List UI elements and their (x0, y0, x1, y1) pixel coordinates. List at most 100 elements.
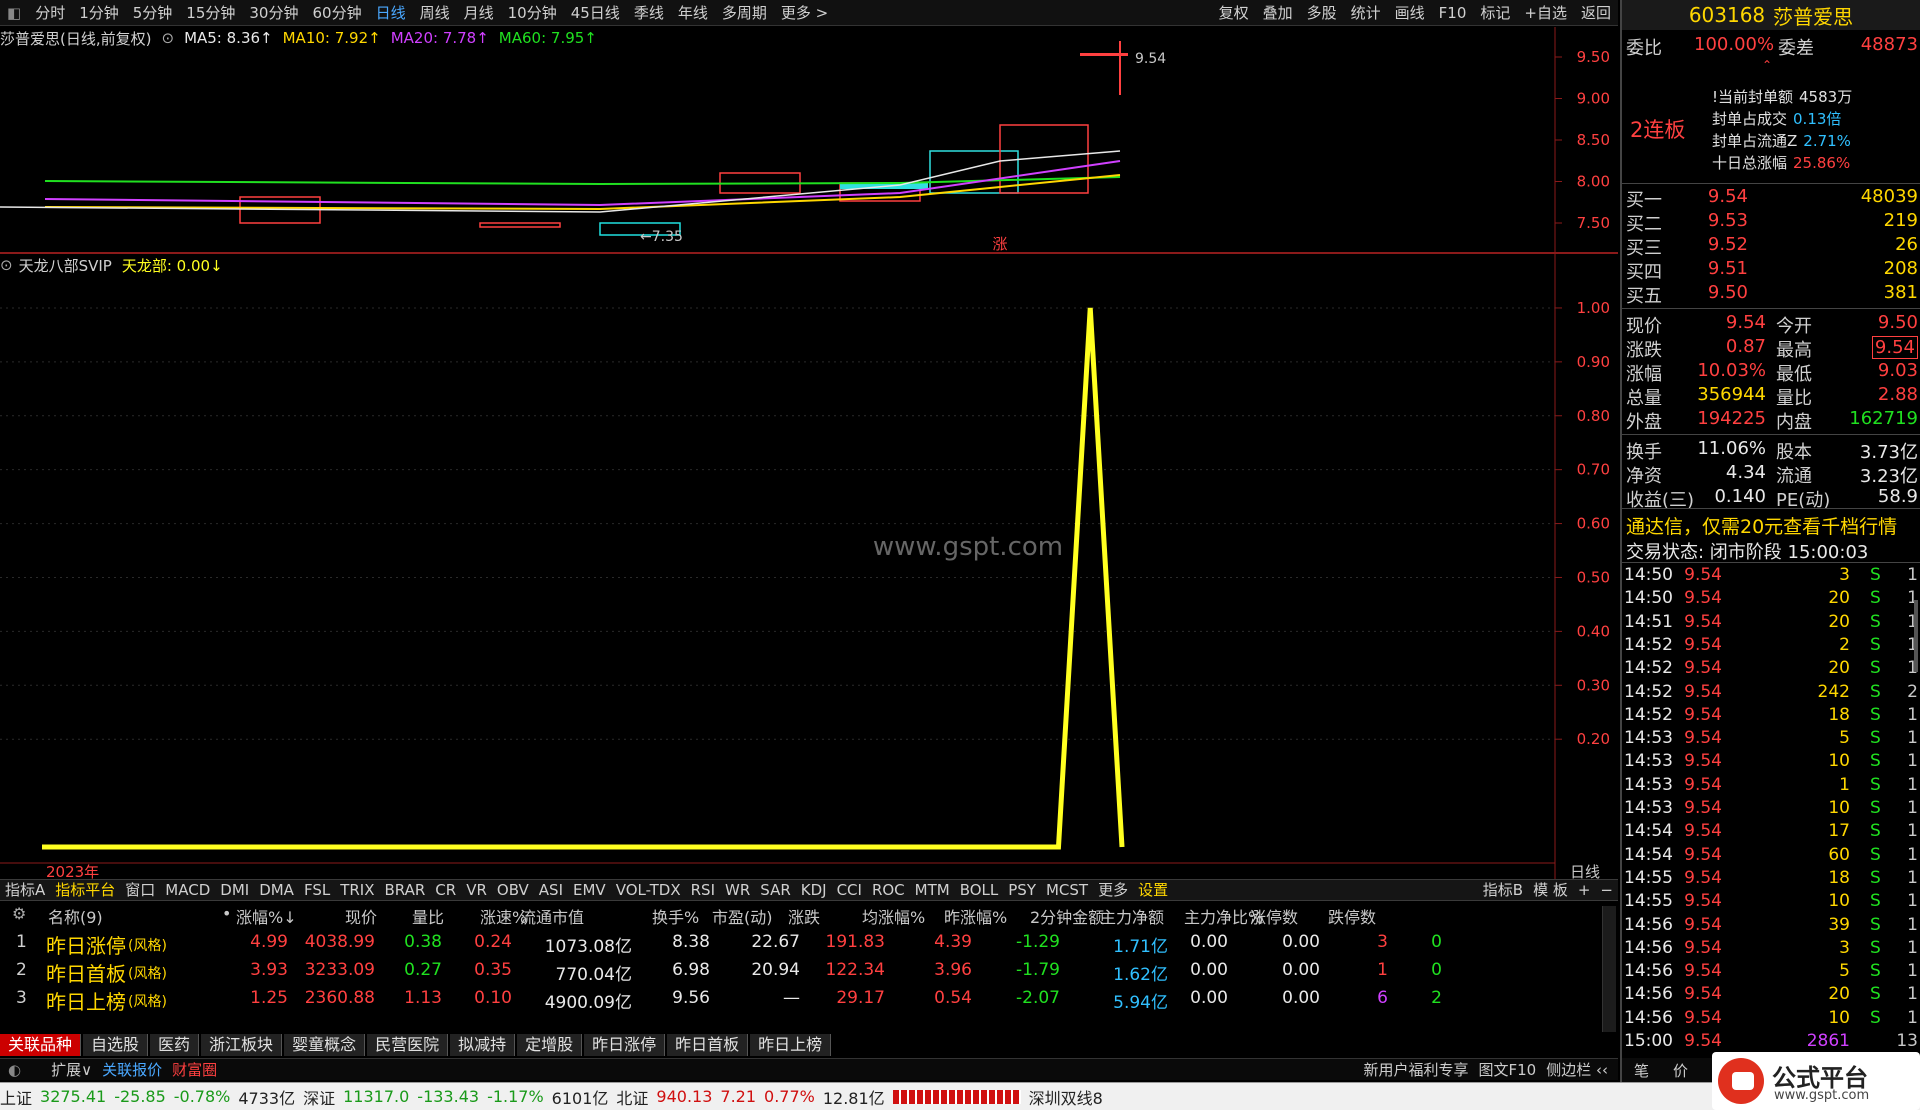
period-tab[interactable]: 60分钟 (305, 0, 368, 26)
column-header[interactable]: 涨幅%↓ (236, 904, 297, 928)
tool-button[interactable]: 统计 (1344, 0, 1388, 26)
column-header[interactable]: 均涨幅% (862, 904, 925, 928)
period-tab[interactable]: 年线 (671, 0, 715, 26)
switch-icon[interactable]: ◐ (8, 1061, 21, 1079)
period-tab[interactable]: 45日线 (564, 0, 627, 26)
sz-index-name[interactable]: 深证 (303, 1085, 335, 1109)
tick-tab[interactable]: 价 (1673, 1060, 1688, 1081)
level2-promo[interactable]: 通达信，仅需20元查看千档行情 (1626, 512, 1897, 539)
indicator-tab[interactable]: BRAR (380, 880, 431, 900)
indicator-tab[interactable]: DMI (215, 880, 254, 900)
column-header[interactable]: 市盈(动) (712, 904, 773, 928)
table-row[interactable]: 2 昨日首板 (风格) 3.93 3233.09 0.27 0.35 770.04亿 6.98 2… (0, 960, 1560, 986)
tool-button[interactable]: 标记 (1473, 0, 1517, 26)
column-header[interactable]: 流通市值 (520, 904, 584, 928)
indicator-tab[interactable]: TRIX (335, 880, 379, 900)
linked-quote-tab[interactable]: 关联报价 (102, 1059, 162, 1080)
indicator-tab[interactable]: DMA (254, 880, 299, 900)
sector-tab[interactable]: 拟减持 (450, 1034, 516, 1056)
indicator-tab-right[interactable]: − (1595, 880, 1618, 900)
tool-button[interactable]: 复权 (1212, 0, 1256, 26)
indicator-tab[interactable]: SAR (755, 880, 795, 900)
expand-button[interactable]: 扩展∨ (51, 1059, 92, 1080)
sector-tab[interactable]: 定增股 (517, 1034, 583, 1056)
sector-tab[interactable]: 医药 (150, 1034, 200, 1056)
buy-order-row[interactable]: 买五 9.50 381 (1626, 282, 1918, 307)
period-tab[interactable]: 1分钟 (72, 0, 126, 26)
indicator-tab[interactable]: 指标A (0, 880, 50, 900)
indicator-tab[interactable]: MACD (160, 880, 215, 900)
indicator-tab[interactable]: 窗口 (120, 880, 160, 900)
tool-button[interactable]: 返回 (1574, 0, 1618, 26)
sector-tab[interactable]: 婴童概念 (284, 1034, 366, 1056)
settings-icon[interactable]: ⚙ (12, 904, 26, 923)
period-tab[interactable]: 30分钟 (242, 0, 305, 26)
tick-tab[interactable]: 笔 (1634, 1060, 1649, 1081)
period-tab[interactable]: 分时 (28, 0, 72, 26)
buy-order-row[interactable]: 买四 9.51 208 (1626, 258, 1918, 283)
column-header[interactable]: 名称(9) (48, 904, 103, 928)
tool-button[interactable]: 叠加 (1256, 0, 1300, 26)
sidebar-toggle[interactable]: 侧边栏 ‹‹ (1546, 1059, 1608, 1080)
indicator-tab-right[interactable]: 模 板 (1528, 880, 1573, 900)
indicator-tab[interactable]: CCI (832, 880, 867, 900)
indicator-tab[interactable]: ASI (534, 880, 568, 900)
indicator-tab[interactable]: OBV (492, 880, 534, 900)
indicator-tab[interactable]: BOLL (955, 880, 1004, 900)
indicator-tab-right[interactable]: + (1573, 880, 1596, 900)
indicator-tab-right[interactable]: 指标B (1478, 880, 1528, 900)
buy-order-row[interactable]: 买一 9.54 48039 (1626, 186, 1918, 211)
column-header[interactable]: • (222, 904, 231, 923)
sector-tab[interactable]: 昨日涨停 (584, 1034, 666, 1056)
period-tab[interactable]: 周线 (413, 0, 457, 26)
tool-button[interactable]: +自选 (1517, 0, 1574, 26)
layout-icon[interactable]: ◧ (0, 0, 28, 26)
period-tab[interactable]: 更多 > (774, 0, 835, 26)
table-row[interactable]: 1 昨日涨停 (风格) 4.99 4038.99 0.38 0.24 1073.08亿 8.38… (0, 932, 1560, 958)
f10-link[interactable]: 图文F10 (1479, 1059, 1537, 1080)
indicator-tab[interactable]: MTM (910, 880, 955, 900)
collapse-icon[interactable]: ⌃ (1762, 58, 1772, 72)
indicator-tab[interactable]: PSY (1003, 880, 1041, 900)
sector-tab[interactable]: 民营医院 (367, 1034, 449, 1056)
sh-index-name[interactable]: 上证 (0, 1085, 32, 1109)
indicator-tab[interactable]: 更多 (1093, 880, 1133, 900)
indicator-tab[interactable]: MCST (1041, 880, 1093, 900)
column-header[interactable]: 涨停数 (1250, 904, 1298, 928)
sector-tab[interactable]: 关联品种 (0, 1034, 82, 1056)
indicator-tab[interactable]: 指标平台 (50, 880, 120, 900)
sector-tab[interactable]: 昨日上榜 (750, 1034, 832, 1056)
sector-tab[interactable]: 浙江板块 (201, 1034, 283, 1056)
period-tab[interactable]: 多周期 (715, 0, 774, 26)
table-row[interactable]: 3 昨日上榜 (风格) 1.25 2360.88 1.13 0.10 4900.09亿 9.56… (0, 988, 1560, 1014)
server-line[interactable]: 深圳双线8 (1029, 1085, 1103, 1109)
table-scrollbar[interactable] (1602, 906, 1616, 1032)
indicator-tab[interactable]: RSI (686, 880, 720, 900)
sector-tab[interactable]: 自选股 (83, 1034, 149, 1056)
tick-list[interactable]: 14:50 9.54 3 S 1 14:50 9.54 20 S 1 14:51 9.54 20 S 1 14… (1622, 564, 1920, 1056)
column-header[interactable]: 主力净额 (1100, 904, 1164, 928)
toggle-icon[interactable]: ⊙ (0, 256, 13, 274)
promo-link[interactable]: 新用户福利专享 (1364, 1059, 1469, 1080)
column-header[interactable]: 现价 (345, 904, 377, 928)
bz-index-name[interactable]: 北证 (616, 1085, 648, 1109)
sector-tab[interactable]: 昨日首板 (667, 1034, 749, 1056)
tick-scrollbar[interactable] (1914, 600, 1918, 672)
period-tab[interactable]: 15分钟 (179, 0, 242, 26)
wealth-circle-tab[interactable]: 财富圈 (172, 1059, 217, 1080)
row-name[interactable]: 昨日涨停 (46, 930, 126, 959)
period-tab[interactable]: 日线 (369, 0, 413, 26)
column-header[interactable]: 量比 (412, 904, 444, 928)
column-header[interactable]: 换手% (652, 904, 699, 928)
buy-order-row[interactable]: 买三 9.52 26 (1626, 234, 1918, 259)
row-name[interactable]: 昨日上榜 (46, 986, 126, 1015)
column-header[interactable]: 跌停数 (1328, 904, 1376, 928)
indicator-tab[interactable]: 设置 (1133, 880, 1173, 900)
period-tab[interactable]: 季线 (627, 0, 671, 26)
period-tab[interactable]: 月线 (457, 0, 501, 26)
column-header[interactable]: 涨跌 (788, 904, 820, 928)
column-header[interactable]: 昨涨幅% (944, 904, 1007, 928)
tool-button[interactable]: F10 (1432, 0, 1474, 26)
indicator-tab[interactable]: KDJ (796, 880, 832, 900)
indicator-tab[interactable]: CR (430, 880, 461, 900)
